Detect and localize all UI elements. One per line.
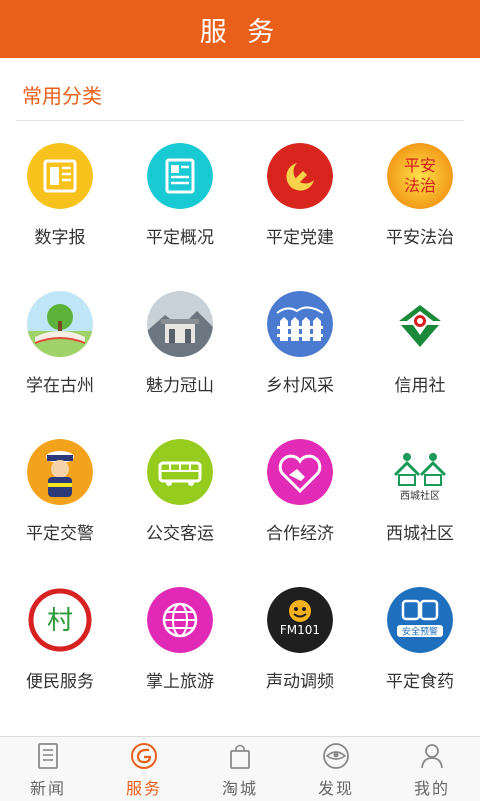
grid-item-label: 信用社 [394,376,446,396]
handshake-heart-icon [267,439,333,505]
peace-law-icon: 平安 法治 [387,143,453,209]
community-houses-icon: 西城社区 [387,439,453,505]
grid-item-party[interactable]: 平定党建 [240,136,360,276]
user-icon [421,744,443,769]
tab-discover[interactable]: 发现 [288,737,384,801]
tab-news[interactable]: 新闻 [0,737,96,801]
fence-icon [267,291,333,357]
grid-item-label: 平定交警 [26,524,94,544]
section-title: 常用分类 [22,84,102,108]
grid-item-study[interactable]: 学在古州 [0,284,120,424]
traffic-police-icon [27,439,93,505]
grid-item-village[interactable]: 乡村风采 [240,284,360,424]
page-title: 服 务 [199,16,281,48]
grid-item-label: 学在古州 [26,376,94,396]
grid-item-convenience[interactable]: 村 便民服务 [0,580,120,720]
grid-item-guanshan[interactable]: 魅力冠山 [120,284,240,424]
grid-item-label: 平安法治 [386,228,454,248]
svg-text:平安: 平安 [404,156,436,175]
svg-text:西城社区: 西城社区 [400,489,440,502]
tab-label: 淘城 [221,779,258,798]
divider [16,120,464,121]
grid-item-overview[interactable]: 平定概况 [120,136,240,276]
bottom-tab-bar: 新闻 服务 淘城 发现 我的 [0,736,480,801]
grid-item-label: 声动调频 [266,672,334,692]
globe-icon [147,587,213,653]
grid-item-community[interactable]: 西城社区 西城社区 [360,432,480,572]
food-safety-icon: 安全预警 [387,587,453,653]
grid-item-label: 便民服务 [26,672,94,692]
header-bar: 服 务 [0,0,480,58]
bus-icon [147,439,213,505]
grid-item-police[interactable]: 平定交警 [0,432,120,572]
tab-label: 新闻 [29,779,66,798]
svg-text:安全预警: 安全预警 [402,626,438,638]
book-tree-icon [27,291,93,357]
grid-item-tourism[interactable]: 掌上旅游 [120,580,240,720]
party-emblem-icon [267,143,333,209]
grid-item-label: 平定党建 [266,228,334,248]
mountain-temple-icon [147,291,213,357]
grid-item-label: 西城社区 [386,524,454,544]
newspaper-icon [27,143,93,209]
grid-item-label: 数字报 [34,228,86,248]
grid-item-food-drug[interactable]: 安全预警 平定食药 [360,580,480,720]
tab-label: 我的 [413,779,450,798]
tab-service[interactable]: 服务 [96,737,192,801]
fm-radio-icon: FM101 [267,587,333,653]
grid-item-newspaper[interactable]: 数字报 [0,136,120,276]
grid-item-label: 平定概况 [146,228,214,248]
eye-icon [323,743,349,769]
svg-text:村: 村 [47,606,73,636]
credit-union-logo-icon [387,291,453,357]
document-icon [147,143,213,209]
tab-label: 服务 [125,779,162,798]
shopping-bag-icon [230,744,250,769]
grid-item-label: 魅力冠山 [146,376,214,396]
grid-item-label: 平定食药 [386,672,454,692]
tab-shop[interactable]: 淘城 [192,737,288,801]
village-service-icon: 村 [27,587,93,653]
grid-item-label: 乡村风采 [266,376,334,396]
grid-item-bus[interactable]: 公交客运 [120,432,240,572]
grid-item-credit[interactable]: 信用社 [360,284,480,424]
svg-text:FM101: FM101 [280,623,320,637]
grid-item-cooperative[interactable]: 合作经济 [240,432,360,572]
grid-item-label: 公交客运 [146,524,214,544]
news-icon [38,743,58,769]
tab-label: 发现 [317,779,354,798]
grid-item-law[interactable]: 平安 法治 平安法治 [360,136,480,276]
tab-profile[interactable]: 我的 [384,737,480,801]
service-icon [131,743,157,769]
svg-text:法治: 法治 [404,176,436,195]
grid-item-label: 掌上旅游 [146,672,214,692]
grid-item-label: 合作经济 [266,524,334,544]
grid-item-fm[interactable]: FM101 声动调频 [240,580,360,720]
